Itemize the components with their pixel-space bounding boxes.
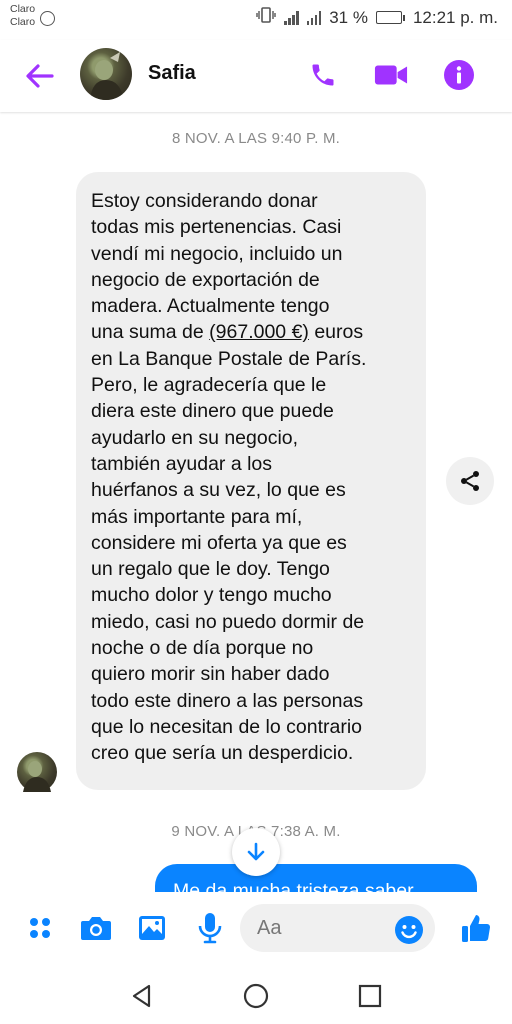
camera-button[interactable]	[78, 910, 114, 946]
info-icon	[444, 60, 474, 90]
status-bar: Claro Claro 31 % 12:21 p. m.	[0, 0, 512, 40]
amount-link[interactable]: (967.000 €)	[209, 321, 309, 343]
arrow-down-icon	[247, 842, 265, 861]
message-line: un regalo que le doy. Tengo	[91, 558, 330, 581]
message-line: todas mis pertenencias. Casi	[91, 216, 342, 239]
message-text-part-1: Estoy considerando donar todas mis perten…	[91, 188, 410, 319]
message-line: Estoy considerando donar	[91, 190, 318, 212]
message-line: más importante para mí,	[91, 505, 303, 528]
battery-icon	[375, 11, 405, 24]
battery-percent: 31 %	[329, 7, 368, 27]
emoji-button[interactable]	[394, 915, 424, 945]
carrier-labels: Claro Claro	[10, 3, 35, 29]
more-actions-button[interactable]	[22, 910, 58, 946]
carrier-1: Claro	[10, 3, 36, 15]
message-line: quiero morir sin haber dado	[91, 663, 330, 686]
message-line: que lo necesitan de lo contrario	[91, 715, 363, 738]
message-line: mucho dolor y tengo mucho	[91, 584, 332, 607]
message-line: Pero, le agradecería que le	[91, 374, 327, 397]
share-icon	[461, 471, 479, 491]
message-line: todo este dinero a las personas	[91, 689, 364, 712]
back-button[interactable]	[22, 58, 58, 94]
phone-icon	[312, 64, 334, 86]
back-arrow-icon	[26, 64, 54, 88]
message-line: ayudarlo en su negocio,	[91, 426, 299, 449]
carrier-2: Claro	[10, 16, 36, 28]
contact-name[interactable]: Safia	[148, 62, 196, 85]
gallery-icon	[139, 916, 165, 940]
conversation-header: Safia	[0, 40, 512, 112]
thumbs-up-icon	[462, 915, 491, 942]
message-line: miedo, casi no puedo dormir de	[91, 610, 365, 633]
camera-icon	[81, 917, 111, 940]
message-line: negocio de exportación de	[91, 268, 320, 291]
message-line: noche o de día porque no	[91, 637, 314, 660]
triangle-back-icon	[132, 984, 151, 1008]
share-message-button[interactable]	[446, 457, 494, 505]
message-timestamp: 8 NOV. A LAS 9:40 P. M.	[171, 130, 341, 147]
message-line: huérfanos a su vez, lo que es	[91, 479, 346, 502]
vibrate-icon	[256, 7, 276, 28]
message-text-part-2: en La Banque Postale de París. Pero, le a…	[91, 346, 410, 767]
circle-home-icon	[243, 983, 269, 1009]
conversation-info-button[interactable]	[442, 58, 476, 92]
nav-recents-button[interactable]	[354, 980, 386, 1012]
microphone-icon	[198, 913, 222, 944]
incoming-message-bubble[interactable]: Estoy considerando donar todas mis perten…	[76, 172, 426, 790]
contact-avatar[interactable]	[80, 48, 132, 100]
message-composer	[0, 892, 512, 968]
emoji-icon	[395, 916, 423, 944]
nav-back-button[interactable]	[126, 980, 158, 1012]
square-recents-icon	[358, 984, 382, 1008]
voice-message-button[interactable]	[192, 910, 228, 946]
signal-2-icon	[306, 10, 322, 25]
message-line: creo que sería un desperdicio.	[91, 742, 354, 765]
message-line: madera. Actualmente tengo	[91, 295, 330, 318]
sender-avatar[interactable]	[17, 752, 57, 792]
message-line: vendí mi negocio, incluido un	[91, 242, 343, 265]
signal-icon	[284, 10, 299, 25]
nav-home-button[interactable]	[240, 980, 272, 1012]
scroll-to-bottom-button[interactable]	[232, 828, 280, 876]
apps-icon	[30, 918, 50, 938]
android-nav-bar	[0, 968, 512, 1024]
message-line: en La Banque Postale de París.	[91, 347, 367, 370]
voice-call-button[interactable]	[306, 58, 340, 92]
like-button[interactable]	[458, 910, 494, 946]
gallery-button[interactable]	[134, 910, 170, 946]
amount-suffix: euros	[308, 321, 364, 344]
clock: 12:21 p. m.	[412, 7, 498, 27]
message-line: considere mi oferta ya que es	[91, 531, 347, 554]
amount-prefix: una suma de	[91, 321, 210, 344]
video-call-button[interactable]	[374, 58, 408, 92]
status-icons: 31 % 12:21 p. m.	[256, 7, 498, 28]
messenger-notification-icon	[40, 11, 55, 26]
message-line: también ayudar a los	[91, 452, 273, 475]
video-call-icon	[374, 65, 408, 85]
message-amount-line: una suma de (967.000 €) euros	[91, 319, 410, 345]
message-line: diera este dinero que puede	[91, 400, 334, 423]
